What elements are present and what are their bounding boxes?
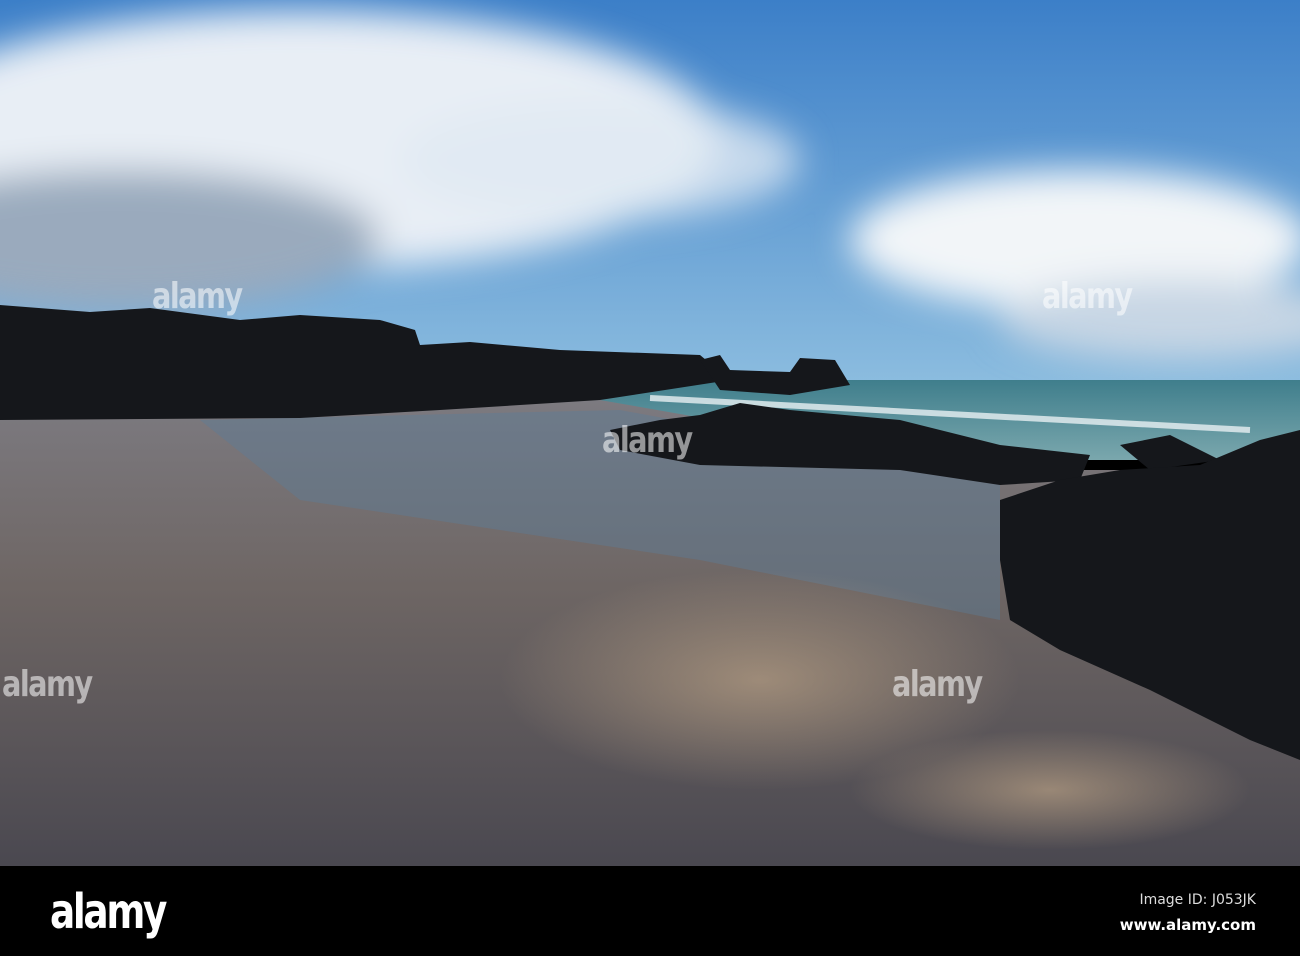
watermark-logo: alamy [2,664,93,705]
watermark-logo: alamy [602,420,693,461]
watermark-logo: alamy [152,276,243,317]
website-link[interactable]: www.alamy.com [1120,916,1256,934]
watermark-logo: alamy [892,664,983,705]
footer-bar: alamy Image ID: J053JK www.alamy.com [0,866,1300,956]
beach-photo: alamy alamy alamy alamy alamy [0,0,1300,866]
alamy-logo: alamy [50,884,167,940]
image-id: Image ID: J053JK [1139,892,1256,908]
watermark-logo: alamy [1042,276,1133,317]
